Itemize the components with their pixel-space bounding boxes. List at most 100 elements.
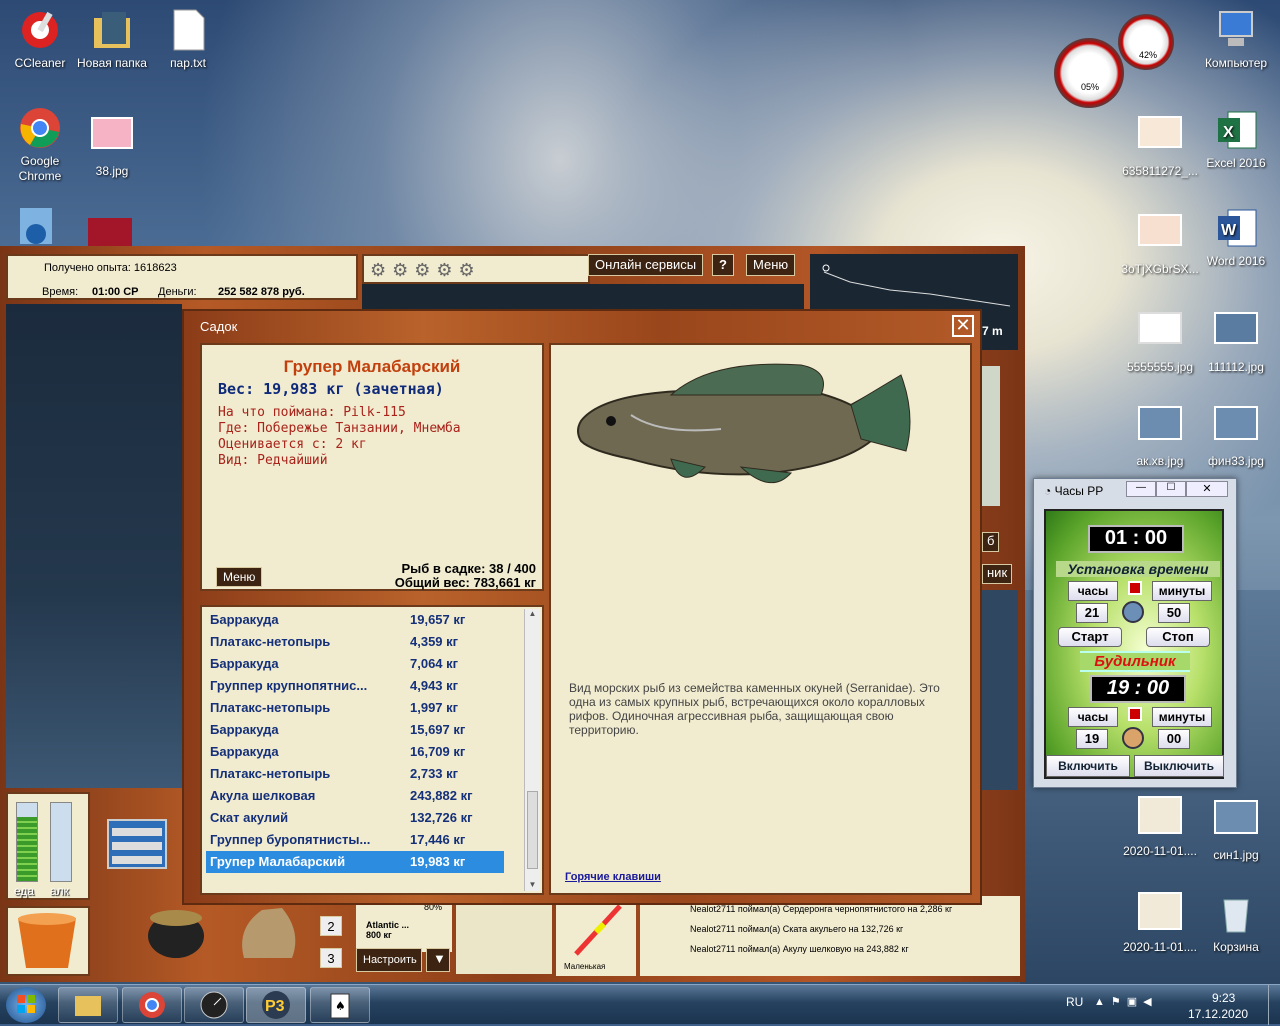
close-button[interactable]: ✕ [952,315,974,337]
sack-icon[interactable] [232,898,304,964]
reel-icons[interactable]: ⚙⚙⚙⚙⚙ [370,260,481,281]
minimize-button[interactable]: — [1126,481,1156,497]
minutes-label: минуты [1152,581,1212,601]
set-hours-field[interactable]: 21 [1076,603,1108,623]
empty-slot[interactable] [456,896,552,974]
fish-menu-button[interactable]: Меню [216,567,263,587]
slot-3-button[interactable]: 3 [320,948,342,968]
desktop-icon-38jpg[interactable]: 38.jpg [72,116,152,179]
set-minutes-field[interactable]: 50 [1158,603,1190,623]
hotkeys-link[interactable]: Горячие клавиши [565,871,661,883]
scroll-up-icon[interactable]: ▲ [525,609,540,618]
fish-list-weight: 2,733 кг [410,766,459,781]
grouper-fish-image [577,363,911,483]
show-desktop-button[interactable] [1268,985,1280,1025]
condition-panel: еда алк [6,792,90,900]
clock-window-title: Часы РР [1054,484,1104,498]
fish-list-name: Группер крупнопятнис... [210,678,368,693]
list-item[interactable]: Барракуда 15,697 кг [206,719,504,741]
time-value: 01:00 СР [92,286,139,298]
cauldron-icon[interactable] [144,898,208,962]
desktop-icon-new-folder[interactable]: Новая папка [72,8,152,71]
desktop-icon-5555555[interactable]: 5555555.jpg [1120,312,1200,375]
desktop-icon-chrome[interactable]: Google Chrome [0,106,80,184]
alarm-minutes-field[interactable]: 00 [1158,729,1190,749]
excel-icon: X [1214,108,1258,152]
alarm-label: Будильник [1080,651,1190,672]
desktop-icon-computer[interactable]: Компьютер [1196,8,1276,71]
slot-2-button[interactable]: 2 [320,916,342,936]
online-services-button[interactable]: Онлайн сервисы [588,254,704,276]
desktop-icon-635811272[interactable]: 635811272_... [1120,116,1200,179]
image-file-icon [1138,214,1182,258]
side-button-partial-2[interactable]: ник [982,564,1013,584]
list-item[interactable]: Акула шелковая 243,882 кг [206,785,504,807]
list-item[interactable]: Платакс-нетопырь 2,733 кг [206,763,504,785]
disable-alarm-button[interactable]: Выключить [1134,755,1224,777]
bucket-slot[interactable] [6,906,90,976]
desktop-icon-2020-11-01-a[interactable]: 2020-11-01.... [1120,796,1200,859]
clock-time[interactable]: 9:23 [1212,991,1235,1005]
side-button-partial[interactable]: б [982,532,1000,552]
help-button[interactable]: ? [712,254,734,276]
desktop-icon-recycle-bin[interactable]: Корзина [1196,892,1276,955]
recuva-icon[interactable] [18,206,54,249]
list-item[interactable]: Скат акулий 132,726 кг [206,807,504,829]
list-item[interactable]: Платакс-нетопырь 4,359 кг [206,631,504,653]
enable-alarm-button[interactable]: Включить [1046,755,1130,777]
desktop-icon-3otjx[interactable]: 3oTjXGbrSX... [1120,214,1200,277]
scroll-thumb[interactable] [527,791,538,869]
scroll-down-icon[interactable]: ▼ [525,880,540,889]
language-indicator[interactable]: RU [1066,995,1083,1009]
list-item[interactable]: Группер буропятнисты... 17,446 кг [206,829,504,851]
list-item[interactable]: Барракуда 16,709 кг [206,741,504,763]
line-tension-bar [980,366,1000,506]
tray-icons[interactable]: ▲⚑▣◀ [1094,995,1158,1008]
tune-dropdown-chevron-icon[interactable]: ▼ [426,948,450,972]
stop-button[interactable]: Стоп [1146,627,1210,647]
tackle-box-icon[interactable] [102,804,172,874]
taskbar-clock-app[interactable] [184,987,244,1023]
image-file-icon [90,116,134,160]
taskbar-fishing-game[interactable]: P3 [246,987,306,1023]
main-menu-button[interactable]: Меню [746,254,796,276]
desktop-icon-excel[interactable]: X Excel 2016 [1196,108,1276,171]
list-item[interactable]: Барракуда 7,064 кг [206,653,504,675]
list-item[interactable]: Группер крупнопятнис... 4,943 кг [206,675,504,697]
maximize-button[interactable]: ☐ [1156,481,1186,497]
list-item[interactable]: Барракуда 19,657 кг [206,609,504,631]
roses-image-icon[interactable] [88,218,132,249]
record-icon[interactable] [1128,581,1142,595]
image-file-icon [1214,800,1258,844]
desktop-icon-2020-11-01-b[interactable]: 2020-11-01.... [1120,892,1200,955]
list-item[interactable]: Платакс-нетопырь 1,997 кг [206,697,504,719]
clock-date[interactable]: 17.12.2020 [1188,1007,1248,1021]
fish-list-name: Акула шелковая [210,788,316,803]
taskbar-explorer[interactable] [58,987,118,1023]
player-stats-panel: Получено опыта: 1618623 Время: 01:00 СР … [6,254,358,300]
desktop-icon-akhv[interactable]: ак.хв.jpg [1120,406,1200,469]
desktop-icon-word[interactable]: W Word 2016 [1196,206,1276,269]
desktop-icon-111112[interactable]: 111112.jpg [1196,312,1276,375]
desktop-icon-fin33[interactable]: фин33.jpg [1196,406,1276,469]
taskbar-chrome[interactable] [122,987,182,1023]
water-view-left[interactable] [6,304,182,788]
alarm-hours-field[interactable]: 19 [1076,729,1108,749]
icon-label: Word 2016 [1206,254,1266,268]
alarm-bell-icon[interactable] [1122,727,1144,749]
list-scrollbar[interactable]: ▲ ▼ [524,609,540,891]
desktop-icon-ccleaner[interactable]: CCleaner [0,8,80,71]
float-slot[interactable]: Маленькая [556,896,636,976]
start-button[interactable]: Старт [1058,627,1122,647]
close-window-button[interactable]: ✕ [1186,481,1228,497]
alcohol-label: алк [50,884,69,898]
alarm-record-icon[interactable] [1128,707,1142,721]
globe-icon[interactable] [1122,601,1144,623]
desktop-icon-sin1[interactable]: син1.jpg [1196,800,1276,863]
start-button[interactable] [6,987,46,1023]
taskbar-solitaire[interactable]: ♠ [310,987,370,1023]
tune-button[interactable]: Настроить [356,948,422,972]
list-item-selected[interactable]: Групер Малабарский 19,983 кг [206,851,504,873]
desktop-icon-txt[interactable]: пар.txt [148,8,228,71]
icon-label: 38.jpg [95,164,129,178]
